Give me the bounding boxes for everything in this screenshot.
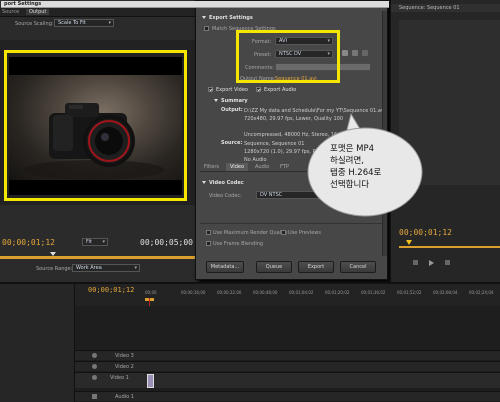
dialog-divider <box>200 223 386 224</box>
save-preset-icon[interactable] <box>342 50 348 56</box>
ruler-label: 00;00;48;00 <box>253 290 278 295</box>
source-range-select[interactable]: Work Area <box>72 264 140 272</box>
right-controls-row <box>399 258 500 268</box>
eye-icon[interactable] <box>92 364 97 369</box>
ruler-label: 00;00 <box>145 290 157 295</box>
project-panel <box>0 284 75 402</box>
ruler-label: 00;02;08;04 <box>433 290 458 295</box>
callout-line: 포맷은 MP4 <box>330 144 375 154</box>
track-video-1: Video 1 <box>75 372 500 388</box>
ruler-label: 00;02;24;04 <box>469 290 494 295</box>
frame-blending-checkbox[interactable] <box>206 241 211 246</box>
ruler-label: 00;01;36;02 <box>361 290 386 295</box>
track-label: Audio 1 <box>115 394 134 400</box>
source-range-value: Work Area <box>76 265 102 271</box>
left-timecode-current[interactable]: 00;00;01;12 <box>2 238 55 247</box>
highlight-box-format-preset <box>236 30 340 83</box>
video-codec-label: Video Codec: <box>209 193 242 199</box>
tab-audio[interactable]: Audio <box>255 164 269 170</box>
dialog-title: port Settings <box>4 1 42 7</box>
left-monitor-panel: Source Output Source Scaling: Scale To F… <box>0 0 200 282</box>
queue-button[interactable]: Queue <box>256 261 292 273</box>
max-render-quality-checkbox[interactable] <box>206 230 211 235</box>
play-icon[interactable] <box>429 260 434 266</box>
timeline-panel: 00;00;01;12 00;00 00;00;16;00 00;00;32;00 0… <box>0 282 500 402</box>
export-video-label: Export Video <box>216 87 248 93</box>
export-audio-checkbox[interactable] <box>256 87 261 92</box>
video-codec-disclosure-icon[interactable] <box>202 181 206 184</box>
export-button[interactable]: Export <box>298 261 334 273</box>
right-panel-title: Sequence: Sequence 01 <box>399 5 460 11</box>
fit-value: Fit <box>86 239 92 245</box>
track-label: Video 1 <box>110 375 129 381</box>
video-codec-header: Video Codec <box>209 180 244 186</box>
timeline-ruler[interactable]: 00;00 00;00;16;00 00;00;32;00 00;00;48;00 00… <box>145 290 500 298</box>
use-previews-checkbox[interactable] <box>281 230 286 235</box>
speaker-icon[interactable] <box>92 394 97 399</box>
ruler-label: 00;01;52;02 <box>397 290 422 295</box>
callout-line: 하실려면, <box>330 156 364 166</box>
metadata-button[interactable]: Metadata... <box>206 261 244 273</box>
source-range-label: Source Range: <box>36 266 73 272</box>
track-label: Video 2 <box>115 364 134 370</box>
summary-disclosure-icon[interactable] <box>214 99 218 102</box>
fit-select[interactable]: Fit <box>82 238 108 246</box>
right-work-area-bar[interactable] <box>399 246 500 248</box>
source-scaling-label: Source Scaling: <box>15 21 54 27</box>
eye-icon[interactable] <box>92 353 97 358</box>
track-video-3: Video 3 <box>75 350 500 360</box>
cancel-button[interactable]: Cancel <box>340 261 376 273</box>
right-timecode[interactable]: 00;00;01;12 <box>399 228 452 237</box>
playhead-marker[interactable] <box>50 252 56 256</box>
tab-ftp[interactable]: FTP <box>280 164 289 170</box>
video-clip[interactable] <box>147 374 154 388</box>
tab-video[interactable]: Video <box>226 163 249 171</box>
step-forward-icon[interactable] <box>445 260 450 265</box>
ruler-label: 00;00;16;00 <box>181 290 206 295</box>
left-tab-bar: Source Output <box>0 8 200 17</box>
source-scaling-select[interactable]: Scale To Fit <box>54 19 114 27</box>
callout-line: 선택합니다 <box>330 180 370 190</box>
disclosure-triangle-icon[interactable] <box>202 16 206 19</box>
summary-header: Summary <box>221 98 248 104</box>
export-video-checkbox[interactable] <box>208 87 213 92</box>
export-audio-label: Export Audio <box>264 87 297 93</box>
frame-blending-label: Use Frame Blending <box>213 241 264 247</box>
summary-output-label: Output: <box>221 107 243 113</box>
right-playhead-marker[interactable] <box>406 240 412 245</box>
callout-text: 포맷은 MP4 하실려면, 탭중 H.264로 선택합니다 <box>330 143 410 191</box>
right-title-bar: Sequence: Sequence 01 <box>391 4 500 12</box>
summary-source-label: Source: <box>221 140 243 146</box>
track-label: Video 3 <box>115 353 134 359</box>
work-area-bar[interactable] <box>0 256 195 259</box>
ruler-label: 00;01;20;02 <box>325 290 350 295</box>
tab-filters[interactable]: Filters <box>204 164 219 170</box>
import-preset-icon[interactable] <box>352 50 358 56</box>
tab-output[interactable]: Output <box>26 9 50 15</box>
ruler-label: 00;01;04;02 <box>289 290 314 295</box>
ruler-label: 00;00;32;00 <box>217 290 242 295</box>
left-timecode-duration: 00;00;05;00 <box>140 238 193 247</box>
use-previews-label: Use Previews <box>288 230 321 236</box>
track-video-2: Video 2 <box>75 361 500 371</box>
source-scaling-value: Scale To Fit <box>58 20 86 26</box>
eye-icon[interactable] <box>92 375 97 380</box>
tab-source[interactable]: Source <box>2 9 19 15</box>
highlight-box-preview <box>4 50 187 201</box>
match-sequence-checkbox[interactable] <box>204 26 209 31</box>
step-back-icon[interactable] <box>413 260 418 265</box>
callout-line: 탭중 H.264로 <box>330 168 382 178</box>
timeline-timecode[interactable]: 00;00;01;12 <box>88 286 134 294</box>
max-render-quality-label: Use Maximum Render Quality <box>213 230 288 236</box>
video-codec-value: DV NTSC <box>260 192 283 198</box>
export-settings-header: Export Settings <box>209 15 253 21</box>
dialog-title-bar <box>1 1 389 8</box>
delete-preset-icon[interactable] <box>362 50 368 56</box>
